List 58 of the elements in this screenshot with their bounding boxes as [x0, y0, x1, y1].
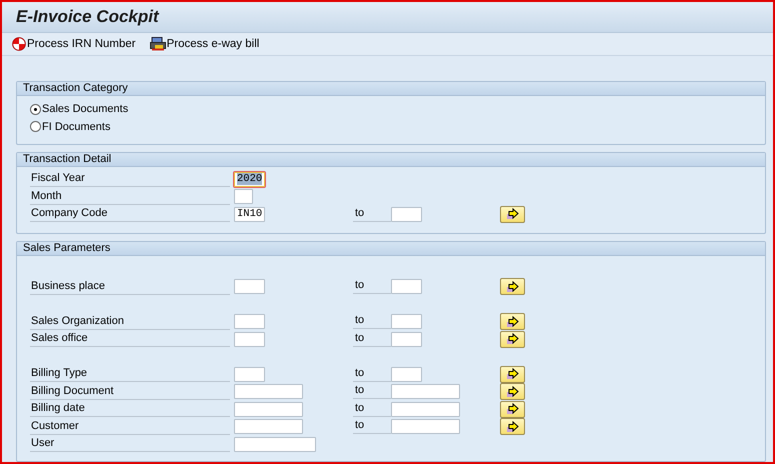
- multiple-selection-button[interactable]: [500, 383, 525, 400]
- input-field[interactable]: [234, 384, 303, 400]
- field-label: Business place: [30, 278, 230, 294]
- arrow-icon: [506, 333, 520, 346]
- toolbar-button[interactable]: Process IRN Number: [12, 36, 136, 51]
- field-label: Customer: [30, 418, 230, 434]
- multiple-selection-button[interactable]: [500, 330, 525, 348]
- radio-label[interactable]: Sales Documents: [42, 103, 128, 116]
- arrow-icon: [506, 386, 520, 398]
- input-field[interactable]: [234, 279, 265, 294]
- radio-button[interactable]: [30, 121, 41, 132]
- group-title: Transaction Category: [17, 82, 765, 96]
- field-label: Billing Type: [30, 366, 230, 382]
- radio-button[interactable]: [30, 104, 41, 115]
- arrow-icon: [506, 403, 520, 416]
- input-field[interactable]: [391, 279, 422, 294]
- arrow-icon: [506, 420, 520, 433]
- multiple-selection-button[interactable]: [500, 366, 525, 383]
- input-field[interactable]: [391, 206, 422, 222]
- multiple-selection-button[interactable]: [500, 418, 525, 436]
- input-field[interactable]: [391, 314, 422, 330]
- input-field[interactable]: [391, 402, 460, 417]
- input-field[interactable]: [391, 419, 460, 434]
- field-label: Month: [30, 188, 230, 204]
- multiple-selection-button[interactable]: [500, 313, 525, 330]
- group-title: Transaction Detail: [17, 152, 765, 166]
- input-field[interactable]: [391, 384, 460, 400]
- input-field[interactable]: [234, 332, 265, 347]
- arrow-icon: [506, 208, 520, 220]
- multiple-selection-button[interactable]: [500, 206, 525, 223]
- arrow-icon: [506, 280, 520, 293]
- input-field[interactable]: [391, 366, 422, 382]
- lifebuoy-icon: [12, 36, 26, 51]
- group-title: Sales Parameters: [17, 242, 765, 256]
- field-label: Sales Organization: [30, 314, 230, 330]
- input-field[interactable]: [234, 366, 265, 382]
- printer-icon: [150, 36, 166, 51]
- input-field[interactable]: [234, 436, 316, 452]
- input-field[interactable]: IN10: [234, 206, 265, 222]
- field-label: Fiscal Year: [30, 171, 230, 187]
- toolbar-button[interactable]: Process e-way bill: [150, 36, 260, 51]
- arrow-icon: [506, 316, 520, 328]
- multiple-selection-button[interactable]: [500, 278, 525, 296]
- arrow-icon: [506, 368, 520, 380]
- field-label: Company Code: [30, 206, 230, 222]
- input-field[interactable]: [234, 402, 303, 417]
- radio-label[interactable]: FI Documents: [42, 120, 110, 133]
- field-label: Billing Document: [30, 384, 230, 400]
- field-label: Billing date: [30, 401, 230, 417]
- field-label: Sales office: [30, 331, 230, 347]
- input-field[interactable]: [234, 419, 303, 434]
- input-field[interactable]: 2020: [234, 172, 265, 187]
- input-field[interactable]: [391, 332, 422, 347]
- field-label: User: [30, 436, 230, 452]
- input-field[interactable]: [234, 189, 253, 204]
- multiple-selection-button[interactable]: [500, 400, 525, 418]
- input-field[interactable]: [234, 314, 265, 330]
- window-title: E-Invoice Cockpit: [16, 6, 159, 27]
